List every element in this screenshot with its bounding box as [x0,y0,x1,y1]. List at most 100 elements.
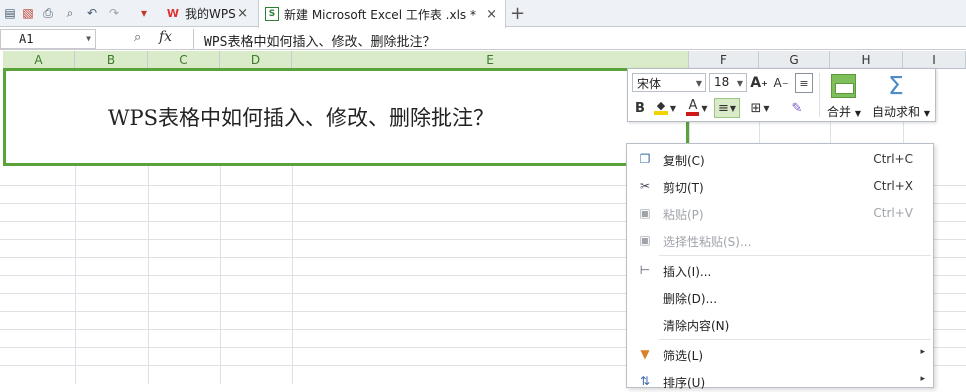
formula-bar: A1 ▼ ⌕ fx WPS表格中如何插入、修改、删除批注？ [0,28,966,50]
wps-logo-icon: W [166,7,180,20]
menu-item-label: 删除(D)... [663,292,718,306]
redo-icon[interactable]: ↷ [106,5,122,21]
chevron-down-icon[interactable]: ▼ [737,79,743,88]
merge-cells-icon [831,74,856,98]
menu-item-shortcut: Ctrl+X [873,179,913,193]
merge-cells-button[interactable]: 合并 ▼ [824,71,864,120]
menu-divider [659,255,931,256]
menu-item-label: 选择性粘贴(S)... [663,235,752,249]
column-header-c[interactable]: C [148,51,220,69]
undo-icon[interactable]: ↶ [84,5,100,21]
title-tab-bar: ▤ ▧ ⎙ ⌕ ↶ ↷ ▾ W 我的WPS × S 新建 Microsoft E… [0,0,966,28]
chevron-down-icon[interactable]: ▼ [924,109,930,118]
menu-item-clear-contents[interactable]: 清除内容(N) [627,313,933,335]
fill-bucket-icon: ◆ [653,100,668,115]
chevron-down-icon[interactable]: ▼ [696,79,702,88]
paste-icon: ▣ [639,206,651,220]
insert-function-button[interactable]: fx [159,29,172,45]
print-preview-icon[interactable]: ⌕ [62,5,78,21]
new-tab-button[interactable]: + [510,3,525,24]
bold-button[interactable]: B [632,98,648,118]
merge-label: 合并 [827,105,852,119]
formula-input[interactable]: WPS表格中如何插入、修改、删除批注？ [193,29,966,50]
format-cells-icon[interactable]: ≡ [795,73,813,93]
sigma-icon: Σ [888,71,904,100]
excel-file-icon: S [265,7,279,21]
menu-item-label: 清除内容(N) [663,319,730,333]
menu-divider [659,339,931,340]
print-icon[interactable]: ⎙ [40,5,56,21]
column-header-i[interactable]: I [903,51,966,69]
menu-item-label: 插入(I)... [663,265,712,279]
merge-label-wrap: 合并 ▼ [824,103,864,120]
menu-item-delete[interactable]: 删除(D)... [627,286,933,308]
chevron-right-icon: ▸ [920,347,925,357]
column-header-h[interactable]: H [830,51,903,69]
insert-icon: ⊢ [639,263,651,277]
tab-excel-label: 新建 Microsoft Excel 工作表 .xls * [284,7,476,22]
column-header-b[interactable]: B [75,51,148,69]
font-color-button[interactable]: A ▼ [684,98,710,118]
menu-item-label: 复制(C) [663,154,705,168]
column-header-f[interactable]: F [689,51,759,69]
menu-item-shortcut: Ctrl+V [873,206,913,220]
column-header-e[interactable]: E [292,51,689,69]
chevron-down-icon[interactable]: ▼ [701,104,707,113]
autosum-button[interactable]: Σ 自动求和 ▼ [868,71,934,120]
column-header-g[interactable]: G [759,51,830,69]
cell-reference: A1 [19,32,34,46]
menu-item-paste[interactable]: ▣ 粘贴(P) Ctrl+V [627,202,933,224]
close-tab-icon[interactable]: × [486,7,497,22]
tab-excel-workbook[interactable]: S 新建 Microsoft Excel 工作表 .xls * × [258,0,506,28]
font-family-select[interactable]: 宋体 ▼ [632,73,706,92]
menu-item-sort[interactable]: ⇅ 排序(U) ▸ [627,370,933,392]
chevron-down-icon[interactable]: ▼ [670,104,676,113]
borders-button[interactable]: ⊞ ▼ [746,98,774,118]
copy-icon: ❐ [639,152,651,166]
mini-format-toolbar: 宋体 ▼ 18 ▼ A + A − ≡ B ◆ ▼ A ▼ ≡ ▼ ⊞ ▼ ✎ 合并… [627,68,936,122]
menu-item-label: 剪切(T) [663,181,704,195]
menu-item-copy[interactable]: ❐ 复制(C) Ctrl+C [627,148,933,170]
menu-item-paste-special[interactable]: ▣ 选择性粘贴(S)... [627,229,933,251]
close-tab-icon[interactable]: × [237,6,248,21]
font-size-select[interactable]: 18 ▼ [709,73,747,92]
tab-my-wps[interactable]: W 我的WPS × [160,0,256,27]
decrease-font-size-button[interactable]: A − [773,73,789,93]
zoom-icon[interactable]: ⌕ [134,30,141,45]
name-box[interactable]: A1 ▼ [0,29,96,49]
tab-my-wps-label: 我的WPS [185,7,236,21]
chevron-down-icon[interactable]: ▼ [86,34,91,43]
font-size-value: 18 [714,75,730,89]
scissors-icon: ✂ [639,179,651,193]
column-header-d[interactable]: D [220,51,292,69]
cell-a1-text: WPS表格中如何插入、修改、删除批注？ [107,106,495,130]
divider [819,73,820,117]
grow-font-glyph: A [750,75,762,91]
chevron-right-icon: ▸ [920,374,925,384]
menu-item-filter[interactable]: ▼ 筛选(L) ▸ [627,343,933,365]
context-menu: ❐ 复制(C) Ctrl+C ✂ 剪切(T) Ctrl+X ▣ 粘贴(P) Ct… [626,143,934,390]
menu-item-cut[interactable]: ✂ 剪切(T) Ctrl+X [627,175,933,197]
menu-item-label: 筛选(L) [663,349,704,363]
autosum-label-wrap: 自动求和 ▼ [868,103,934,120]
chevron-down-icon[interactable]: ▼ [763,104,769,113]
menu-item-shortcut: Ctrl+C [873,152,913,166]
export-pdf-icon[interactable]: ▧ [20,5,36,21]
increase-font-size-button[interactable]: A + [750,73,768,93]
column-header-a[interactable]: A [3,51,75,69]
menu-item-insert[interactable]: ⊢ 插入(I)... [627,259,933,281]
save-icon[interactable]: ▤ [2,5,18,21]
format-painter-icon[interactable]: ✎ [788,98,806,118]
sort-icon: ⇅ [639,374,651,388]
merged-cell-a1[interactable]: WPS表格中如何插入、修改、删除批注？ [3,68,689,166]
autosum-label: 自动求和 [872,105,921,119]
customize-toolbar-icon[interactable]: ▾ [136,5,152,21]
borders-icon: ⊞ [750,100,762,116]
filter-icon: ▼ [640,347,650,361]
menu-item-label: 粘贴(P) [663,208,704,222]
chevron-down-icon[interactable]: ▼ [855,109,861,118]
chevron-down-icon[interactable]: ▼ [730,104,736,113]
font-family-value: 宋体 [637,77,662,91]
fill-color-button[interactable]: ◆ ▼ [652,98,678,118]
align-center-button[interactable]: ≡ ▼ [714,98,740,118]
